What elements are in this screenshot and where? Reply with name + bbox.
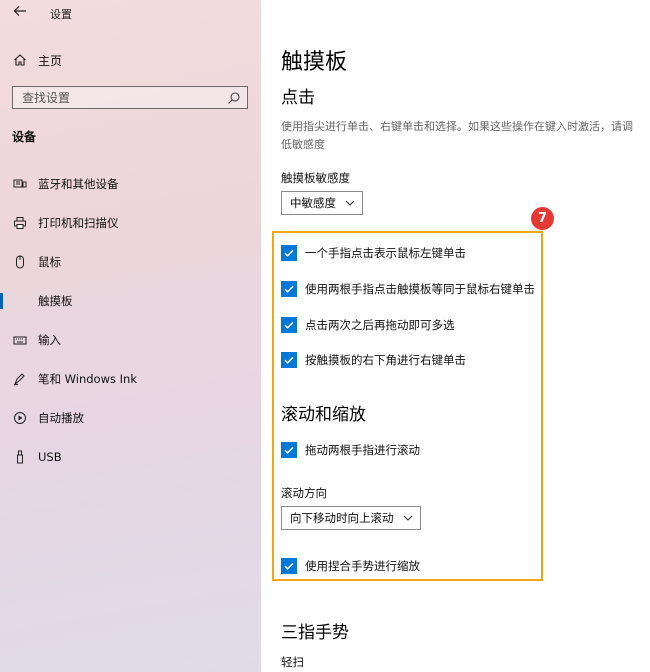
arrow-left-icon: [13, 6, 26, 16]
sidebar: 设置 主页 设备 蓝牙和其他设备 打印机和扫描仪 鼠标 触摸板: [0, 0, 261, 672]
sidebar-item-label: 输入: [38, 333, 61, 347]
sidebar-item-usb[interactable]: USB: [0, 444, 261, 470]
section-title: 设备: [12, 130, 37, 144]
sidebar-item-label: 鼠标: [38, 255, 61, 269]
search-input[interactable]: [22, 90, 222, 105]
sidebar-item-printers[interactable]: 打印机和扫描仪: [0, 210, 261, 236]
chevron-down-icon: [344, 197, 356, 209]
three-finger-heading: 三指手势: [281, 623, 349, 643]
mouse-icon: [12, 254, 28, 270]
sidebar-item-touchpad[interactable]: 触摸板: [0, 288, 261, 314]
back-button[interactable]: [10, 3, 30, 23]
annotation-badge: 7: [531, 207, 554, 230]
sidebar-item-home[interactable]: 主页: [12, 50, 62, 70]
pen-icon: [12, 371, 28, 387]
home-icon: [12, 52, 28, 68]
usb-icon: [12, 449, 28, 465]
sidebar-item-mouse[interactable]: 鼠标: [0, 249, 261, 275]
sidebar-item-label: 蓝牙和其他设备: [38, 177, 119, 191]
sensitivity-dropdown[interactable]: 中敏感度: [281, 191, 363, 215]
sidebar-item-typing[interactable]: 输入: [0, 327, 261, 353]
tap-heading: 点击: [281, 88, 315, 108]
sensitivity-value: 中敏感度: [290, 196, 336, 210]
sidebar-item-label: 自动播放: [38, 411, 84, 425]
sidebar-item-pen[interactable]: 笔和 Windows Ink: [0, 366, 261, 392]
sidebar-item-bluetooth[interactable]: 蓝牙和其他设备: [0, 171, 261, 197]
page-title: 触摸板: [281, 50, 348, 75]
window-title: 设置: [50, 8, 72, 21]
search-icon[interactable]: [227, 90, 241, 104]
sidebar-item-label: USB: [38, 450, 62, 464]
title-bar: 设置: [0, 0, 261, 30]
swipe-label: 轻扫: [281, 655, 304, 669]
search-box[interactable]: [12, 86, 248, 109]
annotation-highlight-box: [272, 231, 543, 581]
sidebar-item-label: 打印机和扫描仪: [38, 216, 119, 230]
bluetooth-devices-icon: [12, 176, 28, 192]
sidebar-item-label: 触摸板: [38, 294, 73, 308]
keyboard-icon: [12, 332, 28, 348]
touchpad-icon: [12, 293, 28, 309]
tap-description: 使用指尖进行单击、右键单击和选择。如果这些操作在键入时激活，请调低敏感度: [281, 120, 633, 151]
sidebar-item-label: 笔和 Windows Ink: [38, 372, 137, 386]
home-label: 主页: [38, 53, 63, 68]
sidebar-item-autoplay[interactable]: 自动播放: [0, 405, 261, 431]
autoplay-icon: [12, 410, 28, 426]
printer-icon: [12, 215, 28, 231]
sensitivity-label: 触摸板敏感度: [281, 171, 350, 185]
